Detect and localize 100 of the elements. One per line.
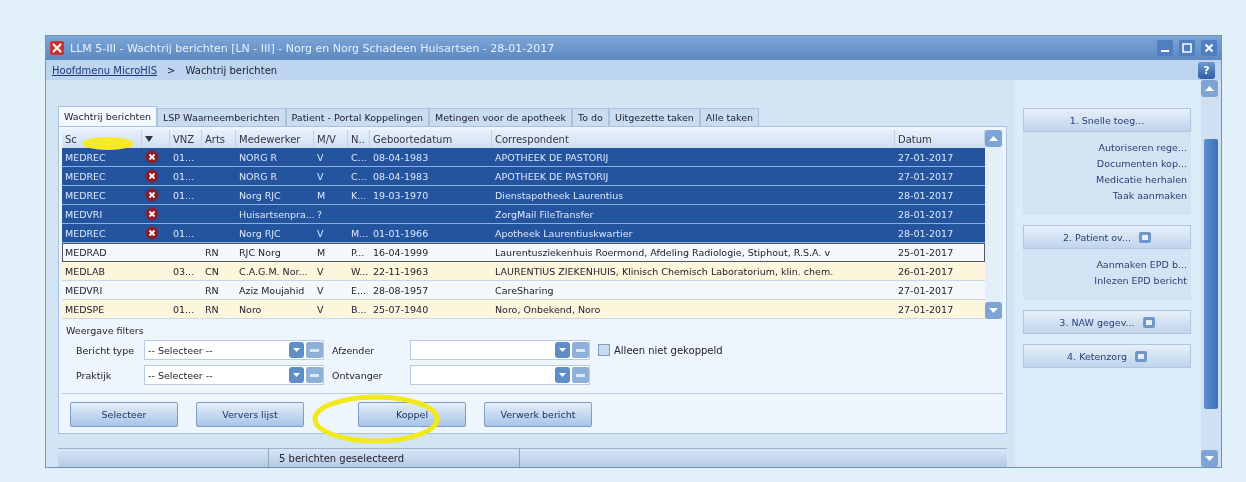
- table-cell-text: 25-07-1940: [372, 302, 430, 317]
- table-cell-text: 01...: [172, 169, 196, 184]
- sidebar-link[interactable]: Aanmaken EPD b...: [1096, 259, 1187, 270]
- table-cell-text: V: [316, 150, 325, 165]
- breadcrumb-current: Wachtrij berichten: [185, 64, 278, 76]
- table-cell-text: RJC Norg: [238, 245, 282, 260]
- column-header[interactable]: M/V: [314, 130, 348, 148]
- table-cell-text: E...: [350, 283, 368, 298]
- table-row[interactable]: MEDREC 01... NORG R V C... 08-04-1983 APOTHEEK DE PASTORIJ 27-01-2017: [62, 148, 985, 167]
- table-cell-text: Apotheek Laurentiuskwartier: [494, 226, 634, 241]
- table-cell-text: MEDREC: [64, 150, 107, 165]
- table-cell-text: Noro, Onbekend, Noro: [494, 302, 602, 317]
- table-cell-text: 25-01-2017: [897, 245, 955, 260]
- table-cell-text: Dienstapotheek Laurentius: [494, 188, 625, 203]
- column-header[interactable]: Correspondent: [492, 130, 895, 148]
- table-cell-text: V: [316, 169, 325, 184]
- table-cell-text: RN: [204, 302, 220, 317]
- action-button[interactable]: Koppel: [358, 402, 466, 427]
- table-cell-text: NORG R: [238, 150, 279, 165]
- table-cell-text: Norg RJC: [238, 188, 282, 203]
- table-cell-text: NORG R: [238, 169, 279, 184]
- table-cell-text: MEDVRI: [64, 283, 104, 298]
- group-header[interactable]: 3. NAW gegev...: [1023, 310, 1191, 334]
- table-row[interactable]: MEDVRI RN Aziz Moujahid V E... 28-08-1957 CareSharing 27-01-2017: [62, 281, 985, 300]
- sidebar-link[interactable]: Taak aanmaken: [1112, 190, 1187, 201]
- table-row[interactable]: MEDRAD RN RJC Norg M P... 16-04-1999 Laurentusziekenhuis Roermond, Afdeling Radiologie, Stiphout, R.S.A. v 25-01-2017: [62, 243, 985, 262]
- table-cell-text: 28-01-2017: [897, 188, 955, 203]
- table-row[interactable]: MEDREC 01... Norg RJC M K... 19-03-1970 Dienstapotheek Laurentius 28-01-2017: [62, 186, 985, 205]
- table-cell-text: MEDLAB: [64, 264, 107, 279]
- table-cell-text: 03...: [172, 264, 196, 279]
- table-cell-text: 28-01-2017: [897, 226, 955, 241]
- field-label: Ontvanger: [332, 369, 384, 381]
- checkbox[interactable]: Alleen niet gekoppeld: [598, 344, 991, 356]
- table-row[interactable]: MEDSPE 01... RN Noro V B... 25-07-1940 Noro, Onbekend, Noro 27-01-2017: [62, 300, 985, 319]
- window-title: LLM 5-III - Wachtrij berichten [LN - III] - Norg en Norg Schadeen Huisartsen - 28-01-2017: [70, 41, 556, 55]
- table-cell-text: W...: [350, 264, 370, 279]
- group-header[interactable]: 2. Patient ov...: [1023, 225, 1191, 249]
- group-header[interactable]: 4. Ketenzorg: [1023, 344, 1191, 368]
- column-header[interactable]: Medewerker: [236, 130, 314, 148]
- status-text: 5 berichten geselecteerd: [268, 449, 520, 467]
- sidebar-link[interactable]: Autoriseren rege...: [1098, 142, 1187, 153]
- action-button[interactable]: Verwerk bericht: [484, 402, 592, 427]
- tab[interactable]: Patient - Portal Koppelingen: [285, 108, 430, 126]
- table-cell-text: LAURENTIUS ZIEKENHUIS, Klinisch Chemisch Laboratorium, klin. chem.: [494, 264, 835, 279]
- column-header[interactable]: Geboortedatum: [370, 130, 492, 148]
- dropdown-field[interactable]: -- Selecteer --: [144, 340, 324, 360]
- table-cell-text: MEDREC: [64, 226, 107, 241]
- table-cell-text: APOTHEEK DE PASTORIJ: [494, 169, 610, 184]
- table-cell-text: 27-01-2017: [897, 150, 955, 165]
- group-header[interactable]: 1. Snelle toeg...: [1023, 108, 1191, 132]
- dropdown-field[interactable]: -- Selecteer --: [144, 365, 324, 385]
- table-cell-text: CN: [204, 264, 220, 279]
- tab[interactable]: Alle taken: [699, 108, 760, 126]
- table-cell-text: 01...: [172, 188, 196, 203]
- table-cell-text: MEDREC: [64, 188, 107, 203]
- field-label: Praktijk: [76, 369, 113, 381]
- table-row[interactable]: MEDREC 01... Norg RJC V M... 01-01-1966 Apotheek Laurentiuskwartier 28-01-2017: [62, 224, 985, 243]
- tab[interactable]: LSP Waarneemberichten: [157, 108, 286, 126]
- action-button[interactable]: Selecteer: [70, 402, 178, 427]
- tab[interactable]: Wachtrij berichten: [58, 106, 158, 126]
- table-cell-text: Aziz Moujahid: [238, 283, 306, 298]
- table-cell-text: ?: [316, 207, 324, 222]
- table-cell-text: MEDRAD: [64, 245, 108, 260]
- table-cell-text: V: [316, 283, 325, 298]
- field-label: Bericht type: [76, 344, 136, 356]
- sidebar-link[interactable]: Medicatie herhalen: [1096, 174, 1187, 185]
- tab[interactable]: To do: [572, 108, 609, 126]
- table-cell-text: RN: [204, 245, 220, 260]
- column-header[interactable]: Arts: [202, 130, 236, 148]
- breadcrumb-link[interactable]: Hoofdmenu MicroHIS: [52, 64, 158, 76]
- table-cell-text: 19-03-1970: [372, 188, 430, 203]
- column-header[interactable]: Datum: [895, 130, 985, 148]
- field-label: Afzender: [332, 344, 376, 356]
- table-cell-text: M: [316, 245, 327, 260]
- table-row[interactable]: MEDVRI Huisartsenpra... ? ZorgMail FileTransfer 28-01-2017: [62, 205, 985, 224]
- table-row[interactable]: MEDLAB 03... CN C.A.G.M. Nor... V W... 22-11-1963 LAURENTIUS ZIEKENHUIS, Klinisch Chemisch Laboratorium, klin. chem. 26-01-2017: [62, 262, 985, 281]
- table-cell-text: RN: [204, 283, 220, 298]
- table-cell-text: P...: [350, 245, 366, 260]
- table-cell-text: MEDSPE: [64, 302, 106, 317]
- table-cell-text: MEDVRI: [64, 207, 104, 222]
- help-button[interactable]: ?: [1198, 61, 1215, 79]
- sidebar-link[interactable]: Inlezen EPD bericht: [1094, 275, 1187, 286]
- table-cell-text: 01...: [172, 302, 196, 317]
- action-button[interactable]: Ververs lijst: [196, 402, 304, 427]
- table-cell-text: V: [316, 302, 325, 317]
- sidebar-link[interactable]: Documenten kop...: [1096, 158, 1187, 169]
- breadcrumb-separator: >: [167, 64, 176, 76]
- column-header[interactable]: N..: [348, 130, 370, 148]
- table-cell-text: 16-04-1999: [372, 245, 430, 260]
- table-cell-text: 01...: [172, 226, 196, 241]
- table-row[interactable]: MEDREC 01... NORG R V C... 08-04-1983 APOTHEEK DE PASTORIJ 27-01-2017: [62, 167, 985, 186]
- table-cell-text: Noro: [238, 302, 263, 317]
- table-cell-text: C...: [350, 169, 368, 184]
- tab[interactable]: Metingen voor de apotheek: [429, 108, 573, 126]
- tab[interactable]: Uitgezette taken: [608, 108, 700, 126]
- column-header[interactable]: VNZ: [170, 130, 202, 148]
- table-cell-text: 08-04-1983: [372, 150, 430, 165]
- table-cell-text: 26-01-2017: [897, 264, 955, 279]
- table-cell-text: APOTHEEK DE PASTORIJ: [494, 150, 610, 165]
- table-cell-text: 27-01-2017: [897, 283, 955, 298]
